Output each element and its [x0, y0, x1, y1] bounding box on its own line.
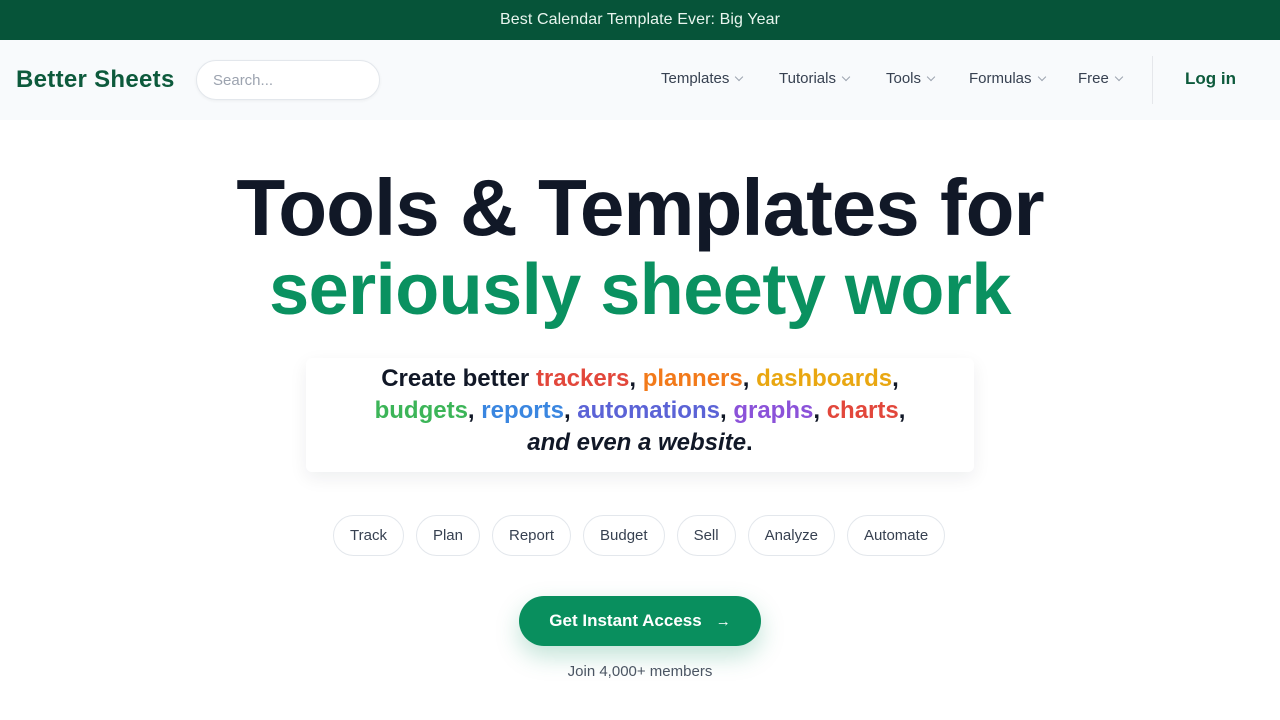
nav-free-label: Free	[1078, 70, 1109, 87]
pill-track[interactable]: Track	[333, 515, 404, 556]
nav-divider	[1152, 56, 1153, 104]
pill-report[interactable]: Report	[491, 515, 572, 556]
chevron-down-icon	[841, 72, 851, 81]
announcement-text[interactable]: Best Calendar Template Ever: Big Year	[500, 11, 780, 29]
get-instant-access-button[interactable]: Get Instant Access →	[519, 596, 761, 646]
pill-automate[interactable]: Automate	[846, 515, 946, 556]
nav-templates-label: Templates	[661, 70, 730, 87]
arrow-right-icon: →	[715, 612, 731, 630]
hero-subtitle-accent: seriously sheety work	[269, 250, 1011, 330]
word-budgets: budgets	[374, 397, 468, 424]
pill-budget[interactable]: Budget	[583, 515, 665, 556]
word-charts: charts	[826, 397, 899, 424]
navbar: Better Sheets Templates Tutorials Tools …	[0, 40, 1280, 120]
subtitle-line-1: Create better trackers, planners, dashbo…	[381, 365, 899, 392]
cta-label: Get Instant Access	[549, 611, 702, 630]
pill-plan[interactable]: Plan	[415, 515, 480, 556]
category-pills: Track Plan Report Budget Sell Analyze Au…	[333, 515, 946, 556]
nav-tutorials-label: Tutorials	[779, 70, 836, 87]
word-reports: reports	[481, 397, 564, 424]
word-automations: automations	[577, 397, 720, 424]
nav-formulas[interactable]: Formulas	[969, 70, 1046, 87]
word-trackers: trackers	[535, 365, 630, 392]
word-dashboards: dashboards	[756, 365, 893, 392]
subtitle-line-2: budgets, reports, automations, graphs, c…	[374, 397, 906, 424]
nav-tutorials[interactable]: Tutorials	[779, 70, 851, 87]
chevron-down-icon	[1114, 72, 1124, 81]
subtitle-card: Create better trackers, planners, dashbo…	[306, 358, 974, 472]
search-input[interactable]	[196, 60, 380, 100]
nav-templates[interactable]: Templates	[661, 70, 744, 87]
pill-sell[interactable]: Sell	[676, 515, 736, 556]
chevron-down-icon	[926, 72, 936, 81]
nav-tools[interactable]: Tools	[886, 70, 936, 87]
subtitle-prefix: Create better	[381, 365, 536, 392]
chevron-down-icon	[1037, 72, 1046, 81]
nav-free[interactable]: Free	[1078, 70, 1124, 87]
pill-analyze[interactable]: Analyze	[747, 515, 835, 556]
subtitle-ending: and even a website	[527, 429, 747, 456]
nav-formulas-label: Formulas	[969, 70, 1032, 87]
announcement-bar[interactable]: Best Calendar Template Ever: Big Year	[0, 0, 1280, 40]
members-count: Join 4,000+ members	[567, 663, 713, 680]
subtitle-line-3: and even a website.	[527, 429, 753, 456]
login-link[interactable]: Log in	[1185, 69, 1236, 89]
brand-logo[interactable]: Better Sheets	[16, 66, 175, 94]
word-planners: planners	[642, 365, 743, 392]
chevron-down-icon	[735, 72, 744, 81]
hero-title: Tools & Templates for	[236, 163, 1044, 252]
word-graphs: graphs	[733, 397, 814, 424]
nav-tools-label: Tools	[886, 70, 922, 87]
